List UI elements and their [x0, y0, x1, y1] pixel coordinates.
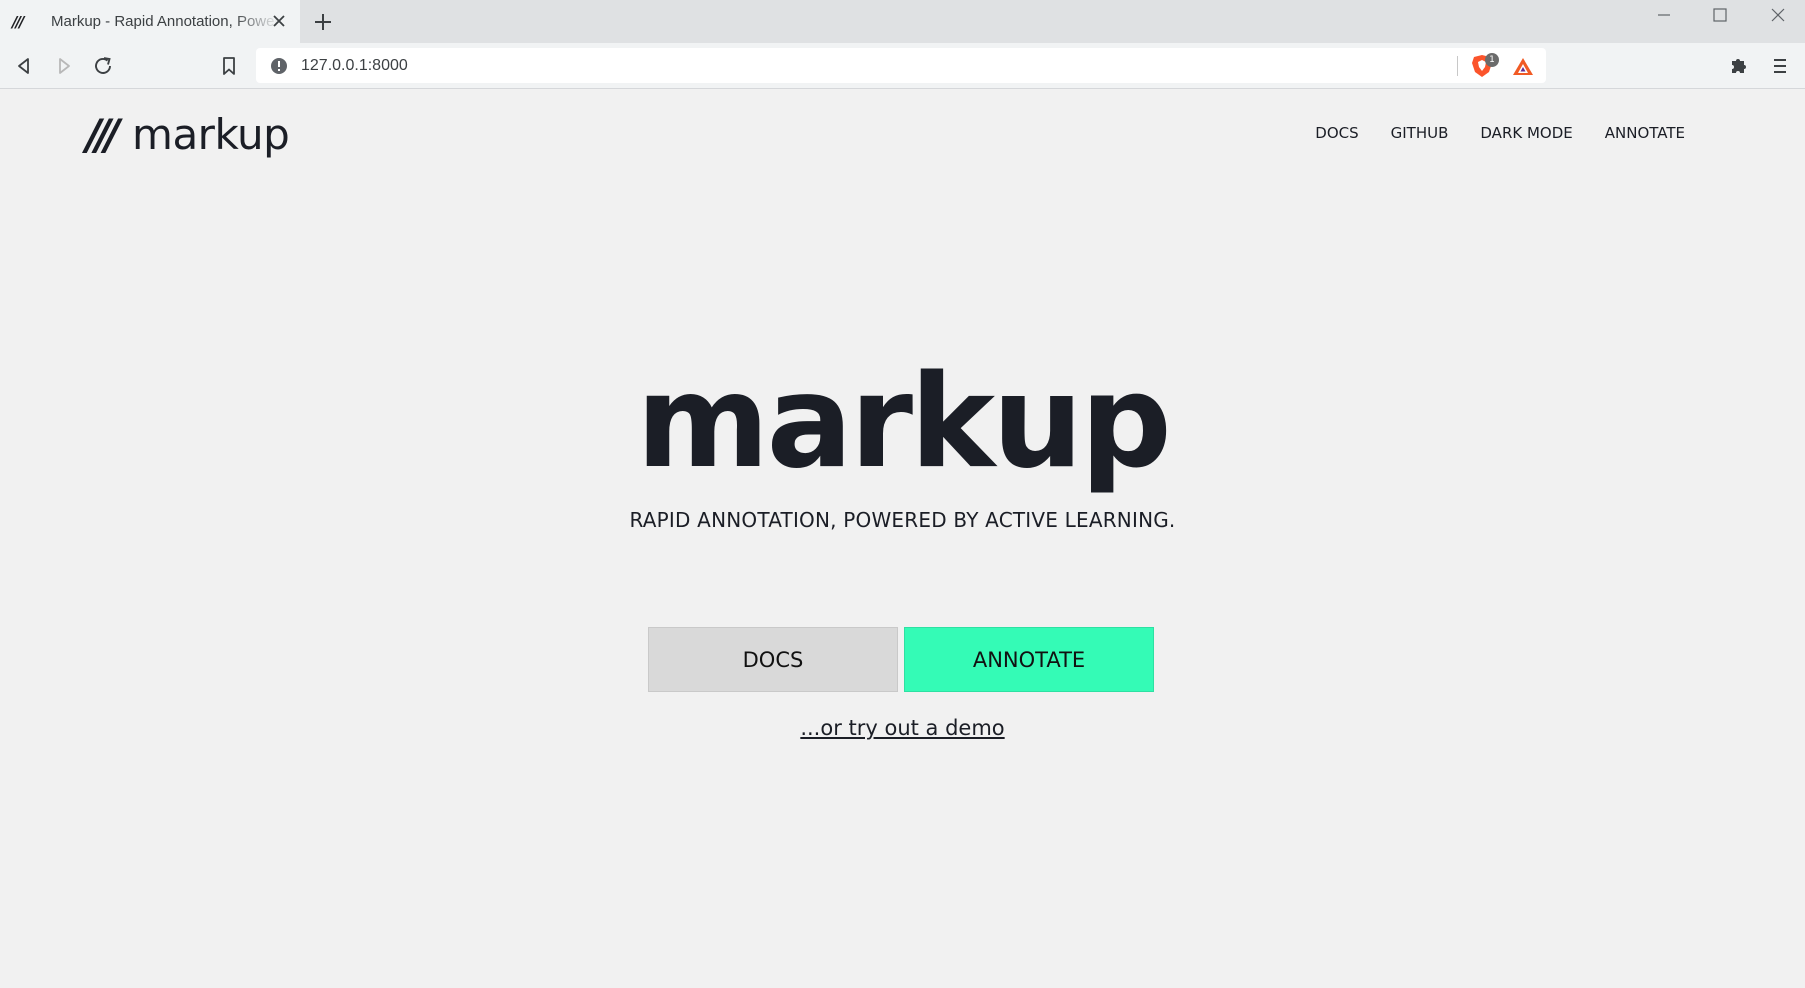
logo-slashes: ///: [86, 110, 120, 159]
new-tab-icon[interactable]: [312, 11, 334, 33]
annotate-button[interactable]: ANNOTATE: [904, 627, 1154, 692]
site-logo[interactable]: /// markup: [86, 110, 290, 159]
minimize-icon[interactable]: [1644, 4, 1684, 26]
shields-badge: 1: [1485, 53, 1499, 67]
demo-link[interactable]: ...or try out a demo: [800, 716, 1004, 740]
site-info-icon[interactable]: [270, 57, 288, 75]
extensions-icon[interactable]: [1728, 55, 1750, 77]
bookmark-icon[interactable]: [217, 54, 241, 78]
browser-toolbar: 127.0.0.1:8000 1: [0, 43, 1805, 89]
tab-title: Markup - Rapid Annotation, Powered by Ac…: [51, 13, 279, 30]
top-nav: DOCS GITHUB DARK MODE ANNOTATE: [1315, 124, 1685, 142]
browser-tab[interactable]: /// Markup - Rapid Annotation, Powered b…: [0, 0, 300, 43]
nav-docs[interactable]: DOCS: [1315, 124, 1358, 142]
menu-icon[interactable]: [1770, 56, 1790, 76]
page-content: /// markup DOCS GITHUB DARK MODE ANNOTAT…: [0, 90, 1805, 988]
address-divider: [1457, 56, 1458, 76]
favicon-icon: ///: [12, 12, 24, 31]
tab-strip: /// Markup - Rapid Annotation, Powered b…: [0, 0, 1805, 43]
hero-buttons: DOCS ANNOTATE: [648, 627, 1154, 692]
nav-annotate[interactable]: ANNOTATE: [1605, 124, 1685, 142]
forward-icon[interactable]: [52, 54, 76, 78]
nav-github[interactable]: GITHUB: [1391, 124, 1449, 142]
address-bar[interactable]: 127.0.0.1:8000 1: [256, 48, 1546, 83]
back-icon[interactable]: [12, 54, 36, 78]
rewards-icon[interactable]: [1511, 55, 1535, 79]
close-icon[interactable]: [270, 12, 288, 30]
window-close-icon[interactable]: [1758, 4, 1798, 26]
hero-subtitle: RAPID ANNOTATION, POWERED BY ACTIVE LEAR…: [629, 508, 1176, 532]
hero-title: markup: [636, 348, 1172, 497]
reload-icon[interactable]: [91, 54, 115, 78]
nav-dark-mode[interactable]: DARK MODE: [1480, 124, 1572, 142]
logo-text: markup: [132, 110, 290, 159]
maximize-icon[interactable]: [1700, 4, 1740, 26]
url-text: 127.0.0.1:8000: [301, 57, 408, 74]
demo-link-row: ...or try out a demo: [0, 716, 1805, 740]
docs-button[interactable]: DOCS: [648, 627, 898, 692]
